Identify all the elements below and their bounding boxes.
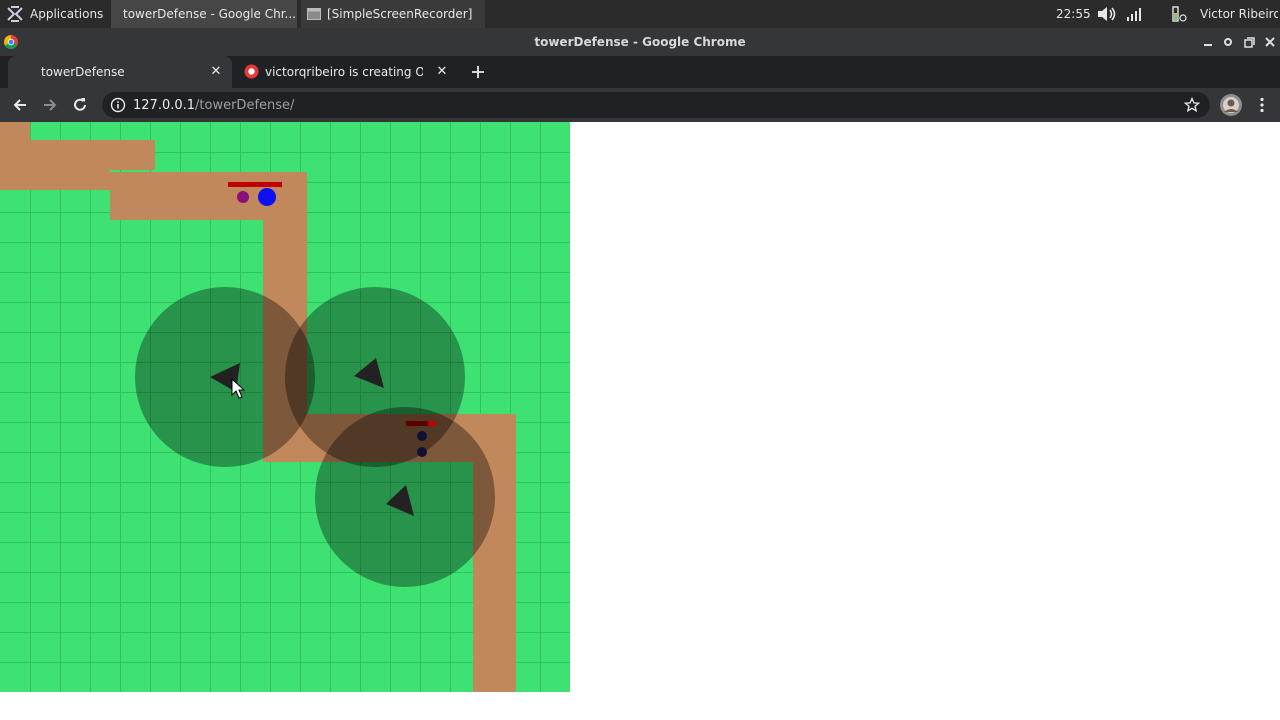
applications-label: Applications xyxy=(30,7,104,21)
tab-close-button[interactable]: ✕ xyxy=(434,64,450,80)
address-bar[interactable]: 127.0.0.1/towerDefense/ xyxy=(102,92,1210,118)
url-text: 127.0.0.1/towerDefense/ xyxy=(133,98,294,113)
enemy-purple xyxy=(237,191,249,203)
bookmark-star-icon[interactable] xyxy=(1183,96,1201,113)
enemy-dark xyxy=(417,431,427,441)
user-name: Victor Ribeiro xyxy=(1200,7,1278,21)
applications-menu[interactable]: Applications xyxy=(6,0,106,28)
clock[interactable]: 22:55 xyxy=(1056,0,1096,28)
tab-strip: towerDefense ✕ victorqribeiro is creatin… xyxy=(0,56,1280,88)
applications-icon xyxy=(7,6,23,22)
window-title: towerDefense - Google Chrome xyxy=(534,35,746,49)
tab-title: victorqribeiro is creating Open xyxy=(265,65,423,79)
enemy-health-bar xyxy=(228,182,282,187)
browser-toolbar: 127.0.0.1/towerDefense/ xyxy=(0,88,1280,122)
taskbar-window-recorder[interactable]: [SimpleScreenRecorder] xyxy=(301,0,485,28)
profile-avatar[interactable] xyxy=(1218,92,1244,118)
network-icon[interactable] xyxy=(1126,0,1144,28)
tab-title: towerDefense xyxy=(41,65,125,79)
taskbar: Applications towerDefense - Google Chr..… xyxy=(0,0,1280,28)
window-titlebar: towerDefense - Google Chrome xyxy=(0,28,1280,56)
taskbar-window-label: towerDefense - Google Chr... xyxy=(123,7,296,21)
minimize-button[interactable] xyxy=(1200,34,1216,50)
page-viewport xyxy=(0,122,1280,720)
enemy-health-bar-fill xyxy=(406,421,428,426)
tab-github[interactable]: victorqribeiro is creating Open ✕ xyxy=(236,56,458,88)
user-menu[interactable]: Victor Ribeiro xyxy=(1200,0,1278,28)
chrome-menu-button[interactable] xyxy=(1250,93,1274,117)
battery-icon[interactable] xyxy=(1170,0,1192,28)
tab-towerdefense[interactable]: towerDefense ✕ xyxy=(8,56,232,88)
window-icon xyxy=(307,8,321,20)
taskbar-window-label: [SimpleScreenRecorder] xyxy=(327,7,473,21)
info-icon[interactable] xyxy=(110,97,126,113)
back-button[interactable] xyxy=(8,93,32,117)
close-window-button[interactable] xyxy=(1262,34,1278,50)
maximize-button[interactable] xyxy=(1241,34,1257,50)
new-tab-button[interactable] xyxy=(468,62,488,82)
recording-icon xyxy=(244,64,259,79)
enemy-blue xyxy=(258,188,276,206)
url-path: /towerDefense/ xyxy=(195,97,295,113)
game-canvas[interactable] xyxy=(0,122,570,692)
volume-icon[interactable] xyxy=(1096,0,1120,28)
taskbar-window-chrome[interactable]: towerDefense - Google Chr... xyxy=(111,0,297,28)
enemy-dark xyxy=(417,447,427,457)
url-host: 127.0.0.1 xyxy=(133,97,196,113)
reload-button[interactable] xyxy=(68,93,92,117)
tab-close-button[interactable]: ✕ xyxy=(208,64,224,80)
restore-button[interactable] xyxy=(1220,34,1236,50)
forward-button[interactable] xyxy=(38,93,62,117)
